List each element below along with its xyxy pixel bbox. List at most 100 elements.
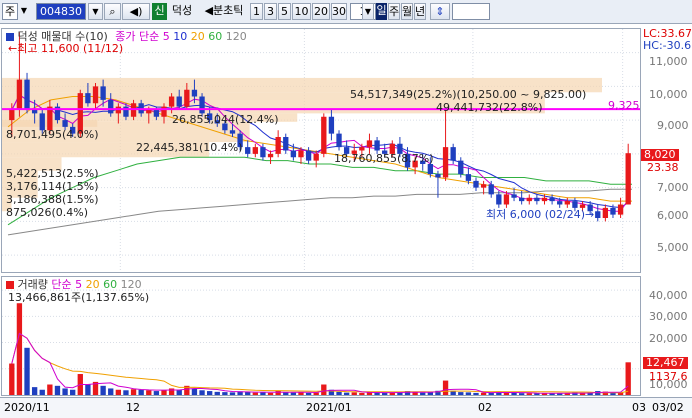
candle-body xyxy=(572,201,578,208)
volume-legend-ma60: 60 xyxy=(103,278,118,291)
period-button-5[interactable]: 5 xyxy=(278,3,291,20)
candle-body xyxy=(153,110,160,117)
profile-label-10: 875,026(0.4%) xyxy=(6,206,89,219)
candle-body xyxy=(199,96,205,114)
candle-body xyxy=(62,120,68,127)
candle-body xyxy=(176,96,182,107)
candle-body xyxy=(480,184,487,188)
code-dropdown-button[interactable]: ▼ xyxy=(88,3,103,20)
candle-body xyxy=(625,153,631,205)
volume-tick-2: 30,000 xyxy=(649,310,688,323)
volume-bar xyxy=(359,392,365,395)
candle-body xyxy=(359,147,365,151)
year-button[interactable]: 년 xyxy=(414,3,426,20)
date-label-nov: 2020/11 xyxy=(4,401,50,414)
volume-bar xyxy=(62,388,68,395)
volume-axis: 40,000 30,000 20,000 12,467 1137.6 10,00… xyxy=(641,276,692,396)
volume-bar xyxy=(70,389,76,395)
price-chart-panel[interactable]: 덕성 매물대 수(10) 종가 단순 5 10 20 60 120 ←최고 11… xyxy=(1,28,641,273)
date-label-mar: 03 xyxy=(632,401,646,414)
volume-bar xyxy=(305,392,312,395)
chevron-down-icon[interactable]: ▼ xyxy=(18,3,30,20)
candle-body xyxy=(549,197,555,202)
volume-bar xyxy=(321,384,327,395)
volume-bar xyxy=(168,388,175,395)
market-select[interactable]: 주 xyxy=(2,3,18,20)
week-button[interactable]: 주 xyxy=(388,3,400,20)
volume-bar xyxy=(206,391,213,395)
volume-bar xyxy=(54,385,61,395)
volume-bar xyxy=(267,392,274,395)
legend-ma120: 120 xyxy=(225,30,247,43)
candle-body xyxy=(47,106,53,131)
candle-body xyxy=(168,96,175,107)
candle-body xyxy=(267,153,274,158)
volume-bar xyxy=(153,391,160,395)
profile-label-5: 8,701,495(4.0%) xyxy=(6,128,99,141)
candle-body xyxy=(473,180,479,188)
volume-bar xyxy=(115,389,122,395)
profile-label-3: 26,855,044(12.4%) xyxy=(172,113,279,126)
price-tick-7: 5,000 xyxy=(657,241,689,254)
volume-bar xyxy=(214,391,220,395)
volume-bar xyxy=(473,392,479,395)
candle-body xyxy=(290,150,297,158)
volume-bar xyxy=(625,362,631,395)
date-label-jan: 2021/01 xyxy=(306,401,352,414)
price-tick-6: 6,000 xyxy=(657,209,689,222)
candle-body xyxy=(24,79,30,110)
line-price-label: 9,325 xyxy=(608,99,640,112)
volume-bar xyxy=(442,380,449,395)
candle-body xyxy=(328,116,335,134)
volume-bar xyxy=(298,392,304,395)
volume-bar xyxy=(534,393,540,395)
candle-body xyxy=(427,164,434,175)
volume-bar xyxy=(511,392,517,395)
candle-body xyxy=(161,106,167,117)
speaker-icon[interactable]: ◀) xyxy=(122,3,150,20)
legend-square-icon xyxy=(6,33,14,41)
up-down-arrow-icon[interactable]: ⇕ xyxy=(430,3,450,20)
extra-input[interactable] xyxy=(452,3,490,20)
price-tick-3: 9,000 xyxy=(657,119,689,132)
low-annotation: 최저 6,000 (02/24)→ xyxy=(486,208,595,221)
legend-ma5: 5 xyxy=(162,30,170,43)
search-icon[interactable]: ⌕ xyxy=(104,3,121,20)
volume-bar xyxy=(47,384,53,395)
candle-body xyxy=(16,79,23,110)
date-axis: 2020/11 12 2021/01 02 03 03/02 xyxy=(0,397,692,418)
candle-body xyxy=(374,140,380,151)
unit-selector[interactable]: ◀분초틱 xyxy=(198,3,250,20)
candle-body xyxy=(526,197,532,202)
period-button-3[interactable]: 3 xyxy=(264,3,277,20)
volume-bar xyxy=(465,392,472,395)
volume-bar xyxy=(16,303,23,395)
candle-body xyxy=(366,140,373,148)
volume-bar xyxy=(518,393,525,395)
volume-bar xyxy=(343,392,350,395)
volume-max-annotation: 13,466,861주(1,137.65%) xyxy=(8,291,150,304)
profile-label-8: 3,176,114(1.5%) xyxy=(6,180,99,193)
volume-legend-title: 거래량 xyxy=(17,278,48,291)
period-button-1[interactable]: 1 xyxy=(250,3,263,20)
current-volume-label: 12,467 xyxy=(643,357,688,369)
period-button-20[interactable]: 20 xyxy=(312,3,330,20)
volume-chart-panel[interactable]: 거래량 단순 5 20 60 120 13,466,861주(1,137.65%… xyxy=(1,276,641,396)
volume-bar xyxy=(39,389,45,395)
price-axis: LC:33.67 HC:-30.6 11,000 10,000 9,000 7,… xyxy=(641,28,692,273)
candle-body xyxy=(146,110,152,114)
chart-toolbar: 주 ▼ 004830 ▼ ⌕ ◀) 신 덕성 ◀분초틱 1 3 5 10 20 … xyxy=(0,0,692,24)
candle-body xyxy=(229,130,236,134)
day-button[interactable]: 일 xyxy=(376,3,387,20)
month-button[interactable]: 월 xyxy=(401,3,413,20)
stock-code-input[interactable]: 004830 xyxy=(36,3,86,20)
period-button-10[interactable]: 10 xyxy=(292,3,311,20)
volume-bar xyxy=(130,389,137,395)
volume-bar xyxy=(108,388,114,395)
candle-body xyxy=(336,133,342,148)
period-dropdown-button[interactable]: ▼ xyxy=(362,3,374,20)
period-button-30[interactable]: 30 xyxy=(331,3,347,20)
profile-label-2: 49,441,732(22.8%) xyxy=(436,101,543,114)
candle-body xyxy=(488,184,494,195)
volume-bar xyxy=(252,392,258,395)
